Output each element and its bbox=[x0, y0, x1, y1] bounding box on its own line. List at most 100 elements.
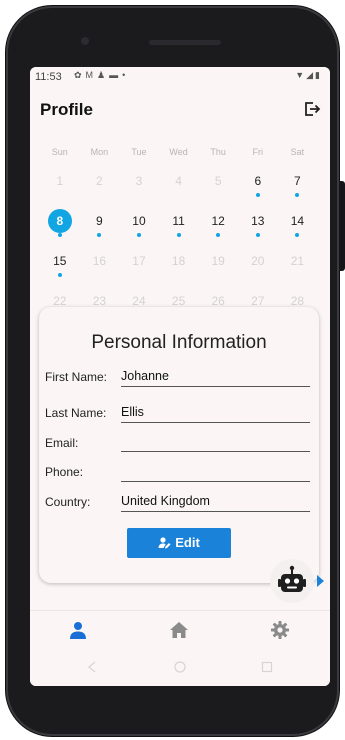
last-name-field[interactable]: Ellis bbox=[121, 405, 310, 423]
calendar-day[interactable]: 14 bbox=[278, 209, 318, 237]
bottom-nav bbox=[30, 610, 330, 648]
robot-assistant-button[interactable] bbox=[270, 559, 314, 603]
event-dot bbox=[255, 233, 260, 237]
clipboard-icon: ▬ bbox=[109, 70, 123, 80]
notification-icons: ✿M♟▬• bbox=[74, 70, 129, 81]
calendar-day-selected[interactable]: 8 bbox=[40, 209, 80, 237]
calendar-day-number: 20 bbox=[251, 254, 265, 268]
event-dot bbox=[136, 233, 141, 237]
home-icon bbox=[170, 622, 188, 638]
nav-settings[interactable] bbox=[270, 620, 290, 640]
calendar-day-number: 19 bbox=[211, 254, 225, 268]
calendar-day[interactable]: 3 bbox=[119, 169, 159, 193]
page-title: Profile bbox=[40, 100, 93, 119]
calendar-day[interactable]: 9 bbox=[80, 209, 120, 237]
calendar-day[interactable]: 11 bbox=[159, 209, 199, 237]
email-field[interactable] bbox=[121, 434, 310, 452]
weekday-label: Fri bbox=[252, 147, 264, 157]
edit-label: Edit bbox=[175, 535, 200, 550]
calendar-day[interactable]: 21 bbox=[278, 249, 318, 273]
front-camera bbox=[81, 37, 89, 45]
email-label: Email: bbox=[45, 436, 79, 450]
event-dot bbox=[295, 193, 300, 197]
person-icon: ♟ bbox=[97, 70, 110, 80]
android-nav-bar bbox=[30, 648, 330, 686]
calendar-day[interactable]: 12 bbox=[198, 209, 238, 237]
calendar-week-row: 1 2 3 4 5 6 7 bbox=[40, 169, 317, 209]
calendar: Sun Mon Tue Wed Thu Fri Sat 1 2 3 4 5 6 7 8 9 10 11 12 13 1… bbox=[40, 147, 317, 329]
robot-icon bbox=[278, 565, 306, 592]
weekday-label: Thu bbox=[210, 147, 226, 157]
event-dot bbox=[57, 233, 62, 237]
calendar-day-number: 3 bbox=[135, 174, 143, 188]
country-field[interactable]: United Kingdom bbox=[121, 494, 310, 512]
event-dot bbox=[255, 193, 260, 197]
nav-home[interactable] bbox=[169, 620, 189, 640]
signal-icon: ◢ bbox=[306, 70, 316, 80]
calendar-day-number: 18 bbox=[171, 254, 186, 268]
calendar-day[interactable]: 5 bbox=[198, 169, 238, 193]
country-label: Country: bbox=[45, 495, 91, 509]
calendar-day-number: 21 bbox=[290, 254, 305, 268]
calendar-day-number: 4 bbox=[175, 174, 182, 188]
calendar-day[interactable]: 1 bbox=[40, 169, 80, 193]
calendar-week-row: 15 16 17 18 19 20 21 bbox=[40, 249, 317, 289]
calendar-day[interactable]: 18 bbox=[159, 249, 199, 273]
calendar-day-number: 1 bbox=[56, 174, 64, 188]
gear-icon bbox=[271, 621, 289, 639]
calendar-day-number: 15 bbox=[53, 254, 67, 268]
calendar-day[interactable]: 10 bbox=[119, 209, 159, 237]
calendar-day[interactable]: 16 bbox=[80, 249, 120, 273]
first-name-label: First Name: bbox=[45, 370, 108, 384]
event-dot bbox=[295, 233, 300, 237]
calendar-day-number: 6 bbox=[254, 174, 262, 188]
event-dot bbox=[216, 233, 221, 237]
calendar-day-number: 14 bbox=[290, 214, 305, 228]
calendar-day[interactable]: 17 bbox=[119, 249, 159, 273]
calendar-day[interactable]: 2 bbox=[80, 169, 120, 193]
calendar-day-number: 11 bbox=[172, 214, 185, 228]
event-dot bbox=[176, 233, 181, 237]
power-button bbox=[339, 181, 345, 271]
weekday-header: Sun Mon Tue Wed Thu Fri Sat bbox=[40, 147, 317, 169]
calendar-day-number: 13 bbox=[251, 214, 265, 228]
profile-page: Profile Sun Mon Tue Wed Thu Fri Sat 1234567891… bbox=[30, 87, 330, 610]
calendar-day[interactable]: 6 bbox=[238, 169, 278, 197]
calendar-day[interactable]: 20 bbox=[238, 249, 278, 273]
edit-button[interactable]: Edit bbox=[127, 528, 231, 558]
weekday-label: Wed bbox=[169, 147, 188, 157]
calendar-day-number: 2 bbox=[96, 174, 103, 188]
calendar-day-number: 9 bbox=[96, 214, 103, 228]
dot-icon: • bbox=[122, 70, 130, 80]
calendar-day[interactable]: 15 bbox=[40, 249, 80, 277]
home-circle-icon[interactable] bbox=[174, 661, 186, 673]
weekday-label: Sat bbox=[290, 147, 305, 157]
last-name-label: Last Name: bbox=[45, 406, 107, 420]
wifi-icon: ▼ bbox=[295, 70, 307, 80]
calendar-day[interactable]: 13 bbox=[238, 209, 278, 237]
calendar-day-number: 5 bbox=[214, 174, 222, 188]
earpiece-speaker bbox=[149, 40, 221, 45]
expand-arrow-icon[interactable] bbox=[317, 575, 324, 587]
calendar-day[interactable]: 7 bbox=[278, 169, 318, 197]
event-dot bbox=[97, 233, 102, 237]
settings-icon: ✿ bbox=[74, 70, 86, 80]
phone-field[interactable] bbox=[121, 464, 310, 482]
calendar-week-row: 8 9 10 11 12 13 14 bbox=[40, 209, 317, 249]
system-icons: ▼◢▮ bbox=[295, 70, 322, 81]
logout-icon[interactable] bbox=[302, 99, 322, 119]
status-time: 11:53 bbox=[35, 71, 62, 83]
first-name-field[interactable]: Johanne bbox=[121, 369, 310, 387]
battery-icon: ▮ bbox=[315, 70, 322, 80]
calendar-day-number: 8 bbox=[47, 209, 72, 233]
recents-icon[interactable] bbox=[261, 661, 273, 673]
edit-user-icon bbox=[158, 537, 171, 549]
calendar-day[interactable]: 4 bbox=[159, 169, 199, 193]
calendar-day-number: 10 bbox=[132, 214, 146, 228]
status-bar: 11:53 ✿M♟▬• ▼◢▮ bbox=[30, 67, 330, 87]
calendar-day[interactable]: 19 bbox=[198, 249, 238, 273]
back-icon[interactable] bbox=[86, 661, 98, 673]
weekday-label: Sun bbox=[51, 147, 68, 157]
nav-profile[interactable] bbox=[68, 620, 88, 640]
screen: 11:53 ✿M♟▬• ▼◢▮ Profile Sun Mon Tue Wed Thu F… bbox=[30, 67, 330, 686]
